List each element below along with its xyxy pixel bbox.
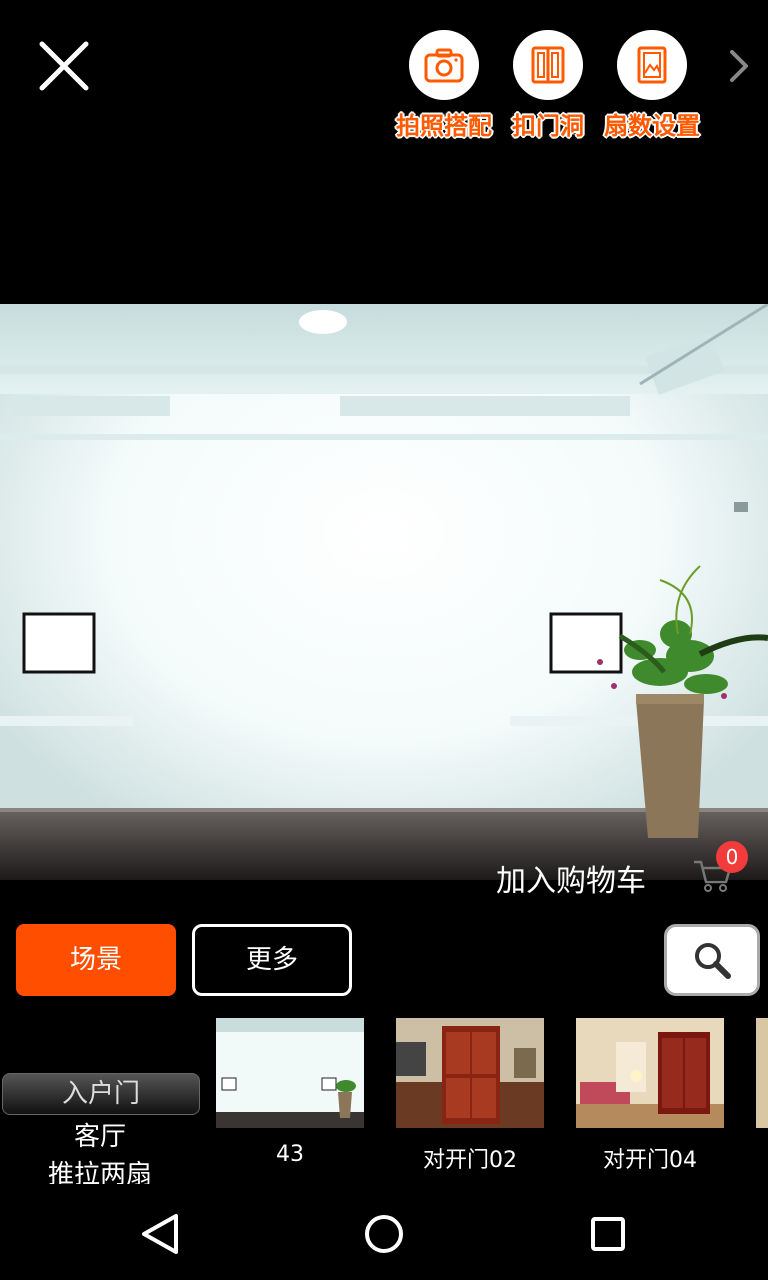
- door-frame-icon: [531, 46, 565, 84]
- search-button[interactable]: [664, 924, 760, 996]
- category-tab-entrance-door[interactable]: 入户门: [2, 1073, 200, 1115]
- more-filter-button[interactable]: 更多: [192, 924, 352, 996]
- scene-thumbnail-partial[interactable]: [756, 1018, 768, 1128]
- thumbnail-caption: 对开门02: [423, 1148, 517, 1173]
- thumbnail-image: [396, 1018, 544, 1128]
- scene-thumbnail[interactable]: 对开门04: [576, 1018, 724, 1174]
- door-panel-icon: [637, 46, 667, 84]
- photo-match-button[interactable]: 拍照搭配: [389, 30, 499, 140]
- thumbnail-caption: 对开门04: [603, 1148, 697, 1173]
- door-opening-button[interactable]: 扣门洞: [493, 30, 603, 140]
- room-scene-preview[interactable]: [0, 304, 768, 880]
- recents-square-icon[interactable]: [580, 1206, 636, 1262]
- close-icon[interactable]: [34, 36, 94, 96]
- chevron-right-icon[interactable]: [722, 46, 756, 86]
- thumbnail-image: [576, 1018, 724, 1128]
- system-navigation-bar: [0, 1184, 768, 1280]
- back-triangle-icon[interactable]: [132, 1206, 188, 1262]
- add-to-cart-button[interactable]: 加入购物车: [496, 856, 646, 900]
- search-icon: [695, 943, 731, 979]
- panel-count-button[interactable]: 扇数设置: [597, 30, 707, 140]
- scene-thumbnail[interactable]: 43: [216, 1018, 364, 1167]
- photo-match-label: 拍照搭配: [396, 112, 492, 140]
- cart-count-badge: 0: [716, 841, 748, 873]
- thumbnail-image: [216, 1018, 364, 1128]
- scene-filter-button[interactable]: 场景: [16, 924, 176, 996]
- camera-icon: [424, 48, 464, 83]
- panel-count-label: 扇数设置: [604, 112, 700, 140]
- category-room-label[interactable]: 客厅: [0, 1116, 200, 1153]
- thumbnail-caption: 43: [276, 1142, 304, 1167]
- home-circle-icon[interactable]: [356, 1206, 412, 1262]
- scene-thumbnail[interactable]: 对开门02: [396, 1018, 544, 1174]
- door-opening-label: 扣门洞: [512, 112, 584, 140]
